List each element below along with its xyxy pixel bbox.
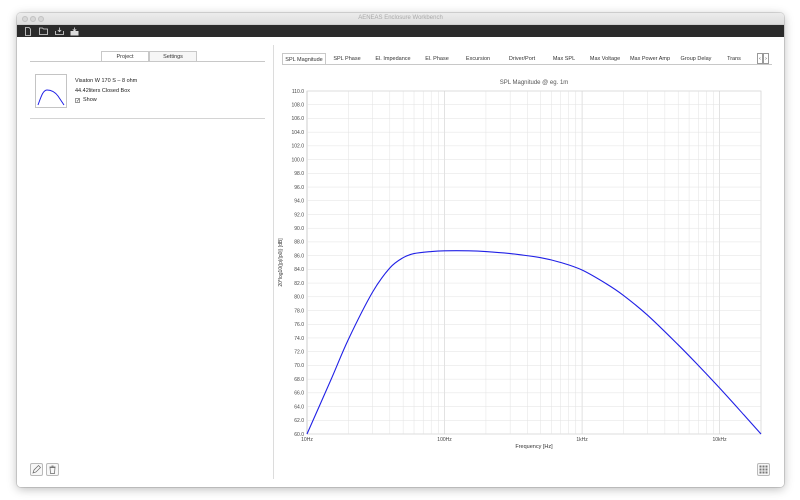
show-label: Show [83,97,97,103]
y-tick-label: 78.0 [294,308,304,314]
y-tick-label: 100.0 [291,157,304,163]
new-file-icon[interactable] [23,26,33,36]
show-checkbox[interactable]: ✓ [75,98,80,104]
y-tick-label: 88.0 [294,240,304,246]
panel-separator [30,61,265,62]
y-tick-label: 94.0 [294,199,304,205]
y-tick-label: 92.0 [294,212,304,218]
y-tick-label: 90.0 [294,226,304,232]
chart-title: SPL Magnitude @ eg. 1m [500,80,569,86]
open-folder-icon[interactable] [38,26,48,36]
x-tick-label: 10Hz [301,437,313,443]
delete-icon [49,465,56,474]
y-tick-label: 74.0 [294,336,304,342]
x-tick-label: 100Hz [437,437,452,443]
item-separator [30,118,265,119]
main-content: Project Settings Visaton W 170 S – 8 ohm… [17,37,784,487]
y-tick-label: 102.0 [291,144,304,150]
y-tick-label: 72.0 [294,349,304,355]
y-tick-label: 86.0 [294,253,304,259]
edit-button[interactable] [30,463,43,476]
y-tick-label: 76.0 [294,322,304,328]
y-tick-label: 108.0 [291,103,304,109]
y-tick-label: 64.0 [294,404,304,410]
y-tick-label: 70.0 [294,363,304,369]
y-tick-label: 82.0 [294,281,304,287]
app-window: AENEAS Enclosure Workbench Project Setti… [17,13,784,487]
y-tick-label: 62.0 [294,418,304,424]
save-icon[interactable] [54,26,64,36]
y-tick-label: 110.0 [292,89,304,95]
title-bar: AENEAS Enclosure Workbench [17,13,784,25]
x-axis-label: Frequency [Hz] [515,444,553,450]
x-tick-label: 10kHz [713,437,728,443]
export-icon[interactable] [69,26,79,36]
plot-panel: SPL Magnitude SPL Phase El. Impedance El. P… [274,37,784,487]
driver-name: Visaton W 170 S – 8 ohm [75,78,138,84]
y-tick-label: 68.0 [294,377,304,383]
project-panel: Project Settings Visaton W 170 S – 8 ohm… [17,37,273,487]
y-axis-label: 20*log10(|p|/|p0|) [dB] [278,238,284,287]
enclosure-description: 44.42liters Closed Box [75,88,131,94]
window-title: AENEAS Enclosure Workbench [358,15,443,21]
y-tick-label: 104.0 [291,130,304,136]
tab-scroll-right-button[interactable]: › [763,53,769,64]
delete-button[interactable] [46,463,59,476]
edit-icon [32,465,41,474]
x-tick-label: 1kHz [576,437,588,443]
y-tick-label: 66.0 [294,391,304,397]
plot-area [306,90,762,435]
grid-toggle-button[interactable] [757,463,770,476]
y-tick-label: 80.0 [294,295,304,301]
y-tick-label: 98.0 [294,171,304,177]
toolbar [17,25,784,37]
y-tick-label: 96.0 [294,185,304,191]
y-tick-label: 84.0 [294,267,304,273]
grid-icon [759,465,768,474]
spl-magnitude-chart[interactable]: 60.062.064.066.068.070.072.074.076.078.0… [274,65,784,477]
project-thumbnail[interactable] [35,74,67,108]
y-tick-label: 106.0 [291,116,304,122]
